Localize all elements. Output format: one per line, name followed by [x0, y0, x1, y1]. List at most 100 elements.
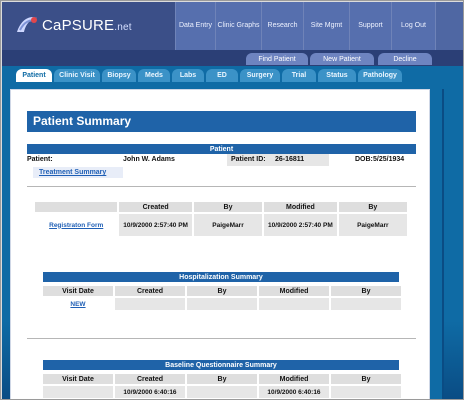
baseline-col-visit-date-label: Visit Date: [62, 375, 94, 383]
hospitalization-summary-header: Hospitalization Summary: [43, 272, 399, 282]
baseline-col-by-label: By: [217, 375, 227, 383]
registration-form-link[interactable]: Registraton Form: [35, 214, 118, 236]
registration-col-by: By: [193, 202, 263, 212]
logo-text-main: CaPSURE: [42, 17, 115, 34]
hospitalization-summary-header-label: Hospitalization Summary: [179, 273, 263, 281]
dob-label: DOB:: [355, 156, 373, 163]
section-divider: [27, 338, 416, 339]
registration-col-modified: Modified: [264, 202, 337, 212]
top-nav: Data Entry Clinic Graphs Research Site M…: [176, 2, 436, 50]
top-nav-label: Site Mgmt: [310, 22, 343, 29]
hospitalization-col-modified: Modified: [259, 286, 329, 296]
registration-col-by-label: By: [223, 203, 233, 211]
patient-id: 26-16811: [275, 156, 305, 163]
capsure-logo-icon: [17, 17, 37, 32]
baseline-col-by-2: By: [331, 374, 401, 384]
patient-label: Patient:: [27, 156, 53, 163]
hospitalization-by-cell: [187, 298, 257, 310]
registration-created: 10/9/2000 2:57:40 PM: [123, 221, 188, 229]
tab-label: ED: [217, 72, 227, 79]
tab-label: Labs: [179, 72, 197, 79]
tab-ed[interactable]: ED: [206, 69, 238, 82]
tab-biopsy[interactable]: Biopsy: [102, 69, 136, 82]
tab-status[interactable]: Status: [318, 69, 356, 82]
baseline-questionnaire-summary-header: Baseline Questionnaire Summary: [43, 360, 399, 370]
hospitalization-col-created: Created: [115, 286, 185, 296]
registration-created-by: PaigeMarr: [212, 221, 244, 229]
tab-labs[interactable]: Labs: [172, 69, 204, 82]
table-row: Registraton Form 10/9/2000 2:57:40 PM Pa…: [35, 214, 407, 236]
app-window: CaPSURE.net Data Entry Clinic Graphs Res…: [0, 0, 464, 400]
find-patient-button[interactable]: Find Patient: [246, 53, 308, 65]
tab-meds[interactable]: Meds: [138, 69, 170, 82]
registration-col-by-2-label: By: [368, 203, 378, 211]
tab-patient[interactable]: Patient: [16, 69, 52, 82]
hospitalization-col-visit-date-label: Visit Date: [62, 287, 94, 295]
registration-modified-cell: 10/9/2000 2:57:40 PM: [264, 214, 337, 236]
hospitalization-col-by-2: By: [331, 286, 401, 296]
patient-id-label: Patient ID:: [231, 156, 266, 163]
top-nav-log-out[interactable]: Log Out: [392, 2, 436, 50]
table-row: 10/9/2000 6:40:16 10/9/2000 6:40:16: [43, 386, 401, 398]
top-nav-clinic-graphs[interactable]: Clinic Graphs: [216, 2, 262, 50]
dob-value: 5/25/1934: [373, 156, 405, 163]
tab-surgery[interactable]: Surgery: [240, 69, 280, 82]
tab-pathology[interactable]: Pathology: [358, 69, 402, 82]
treatment-summary-link[interactable]: Treatment Summary: [39, 169, 106, 176]
registration-modified-by-cell: PaigeMarr: [338, 214, 407, 236]
top-bar: CaPSURE.net Data Entry Clinic Graphs Res…: [2, 2, 463, 50]
baseline-questionnaire-summary-table: Visit Date Created By Modified By 10/9/2…: [41, 372, 403, 399]
registration-col-created: Created: [119, 202, 192, 212]
top-nav-site-mgmt[interactable]: Site Mgmt: [304, 2, 350, 50]
logo-text: CaPSURE.net: [42, 17, 132, 34]
top-nav-data-entry[interactable]: Data Entry: [176, 2, 216, 50]
baseline-col-created: Created: [115, 374, 185, 384]
registration-col-form: [35, 202, 118, 212]
baseline-col-by-2-label: By: [361, 375, 371, 383]
tab-label: Surgery: [246, 72, 274, 79]
hospitalization-col-created-label: Created: [136, 287, 164, 295]
tab-label: Patient: [22, 72, 46, 79]
top-nav-label: Support: [358, 22, 383, 29]
registration-created-cell: 10/9/2000 2:57:40 PM: [119, 214, 192, 236]
section-divider: [27, 186, 416, 187]
baseline-modified-cell: 10/9/2000 6:40:16: [259, 386, 329, 398]
right-edge-strip: [430, 89, 444, 399]
patient-section-header: Patient: [27, 144, 416, 154]
hospitalization-created-cell: [115, 298, 185, 310]
hospitalization-col-by-2-label: By: [361, 287, 371, 295]
tab-label: Biopsy: [107, 72, 131, 79]
patient-section-header-label: Patient: [209, 145, 234, 153]
new-patient-button[interactable]: New Patient: [310, 53, 374, 65]
tab-clinic-visit[interactable]: Clinic Visit: [54, 69, 100, 82]
decline-button[interactable]: Decline: [378, 53, 432, 65]
baseline-col-modified: Modified: [259, 374, 329, 384]
top-nav-label: Clinic Graphs: [217, 22, 260, 29]
hospitalization-summary-table: Visit Date Created By Modified By NEW: [41, 284, 403, 312]
baseline-col-by: By: [187, 374, 257, 384]
patient-name: John W. Adams: [123, 156, 175, 163]
hospitalization-modified-cell: [259, 298, 329, 310]
registration-col-modified-label: Modified: [286, 203, 315, 211]
tab-trial[interactable]: Trial: [282, 69, 316, 82]
top-nav-label: Research: [267, 22, 298, 29]
baseline-created-cell: 10/9/2000 6:40:16: [115, 386, 185, 398]
top-nav-support[interactable]: Support: [350, 2, 392, 50]
top-nav-research[interactable]: Research: [262, 2, 304, 50]
baseline-by-cell: [187, 386, 257, 398]
decline-label: Decline: [393, 55, 417, 63]
registration-col-by-2: By: [338, 202, 407, 212]
logo-text-suffix: .net: [114, 22, 132, 33]
registration-col-created-label: Created: [142, 203, 169, 211]
baseline-col-visit-date: Visit Date: [43, 374, 113, 384]
find-patient-label: Find Patient: [258, 55, 296, 63]
new-patient-label: New Patient: [323, 55, 361, 63]
patient-summary-card: Patient Summary Patient Patient: John W.…: [10, 89, 430, 399]
table-row: NEW: [43, 298, 401, 310]
registration-form-link-label: Registraton Form: [49, 221, 104, 229]
tab-label: Trial: [291, 72, 307, 79]
new-hospitalization-link[interactable]: NEW: [43, 298, 113, 310]
section-tabs: Patient Clinic Visit Biopsy Meds Labs ED…: [2, 66, 463, 82]
hospitalization-col-by: By: [187, 286, 257, 296]
baseline-col-created-label: Created: [136, 375, 164, 383]
